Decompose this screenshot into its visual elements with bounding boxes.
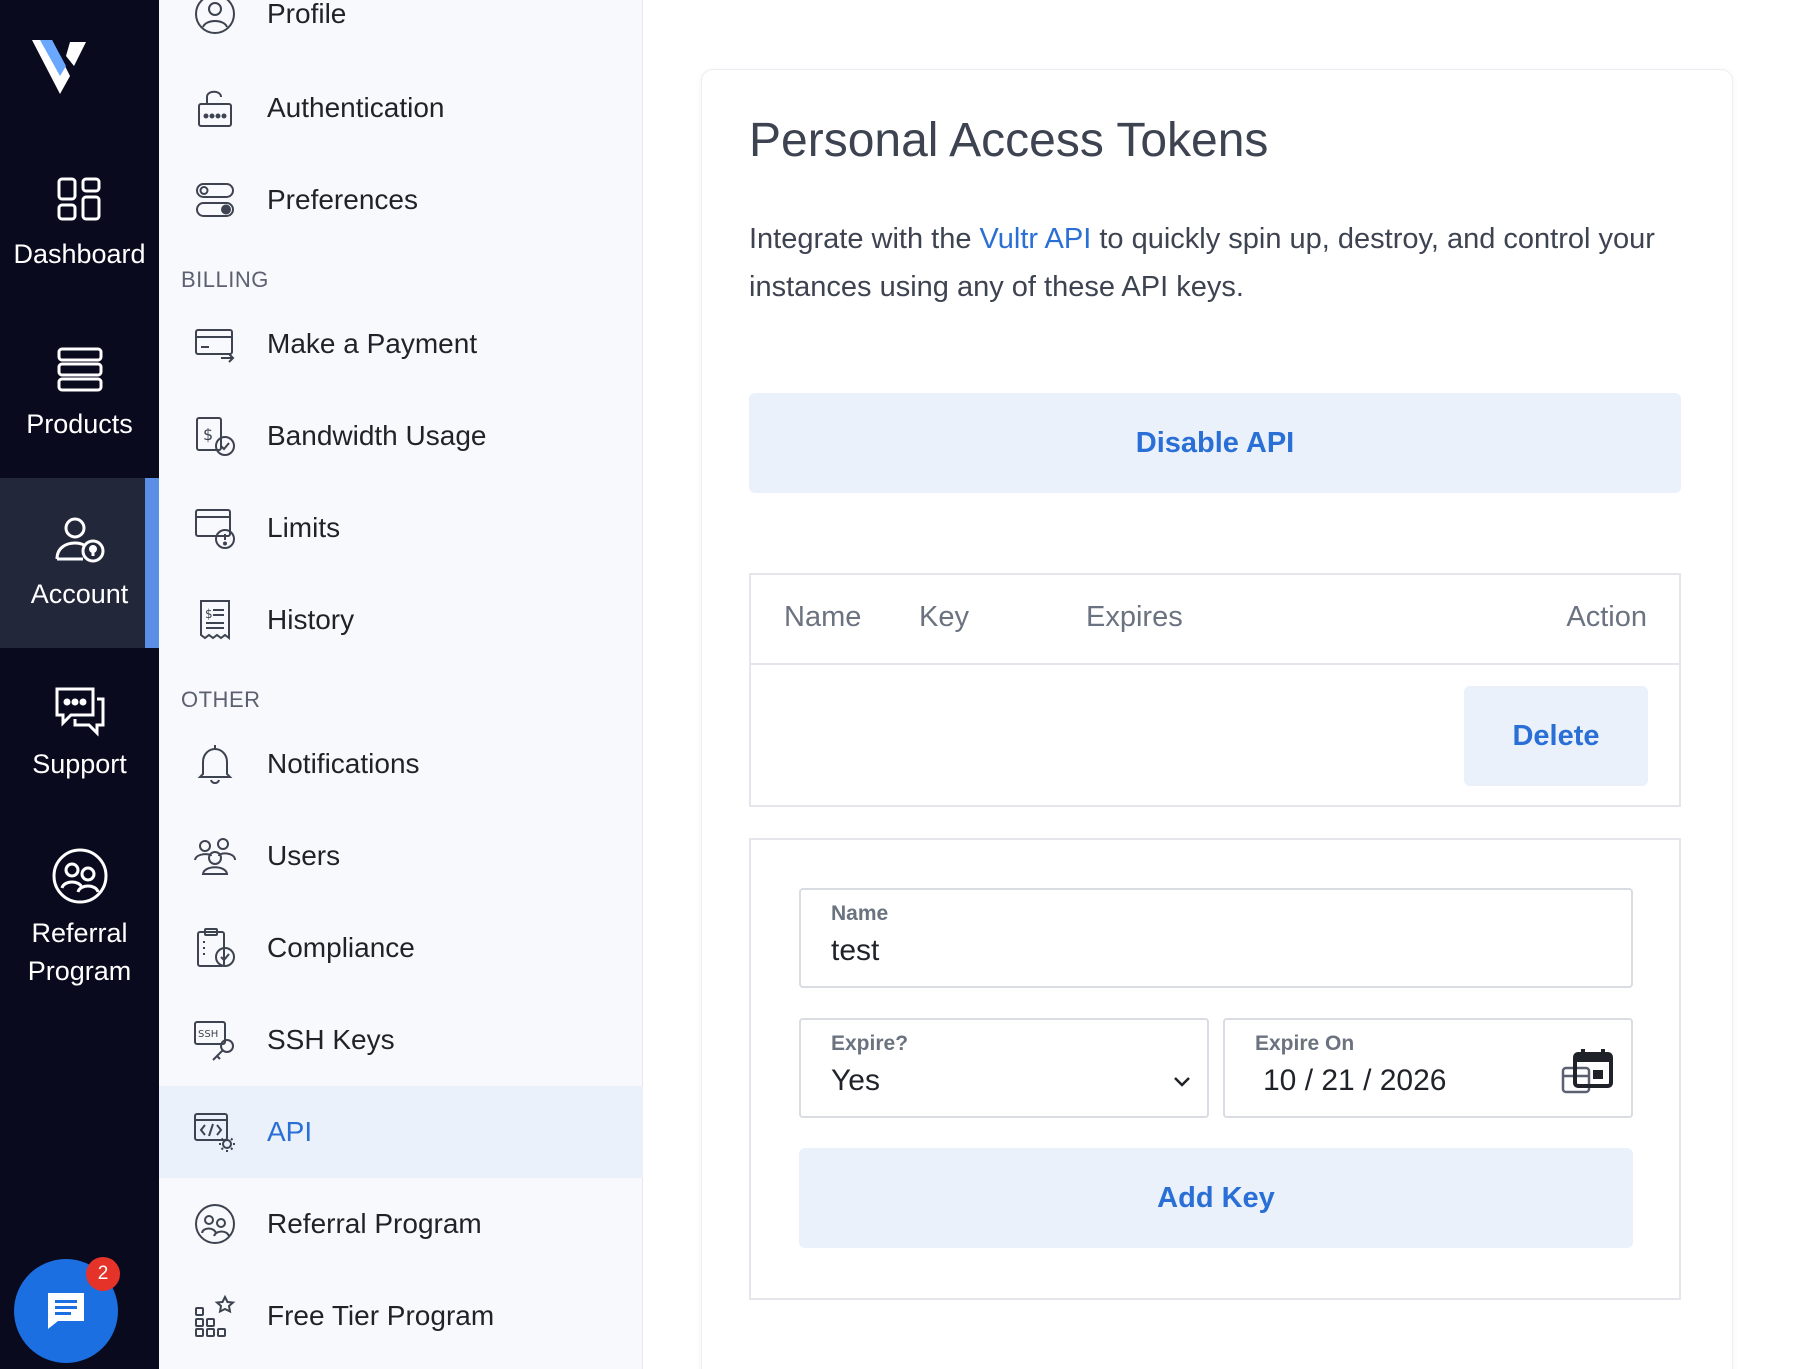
intro-text-before: Integrate with the — [749, 223, 980, 255]
rail-item-label: Referral Program — [27, 918, 132, 986]
free-tier-icon — [193, 1294, 237, 1338]
rail-item-label: Account — [30, 579, 129, 609]
subnav-item-api[interactable]: API — [159, 1086, 643, 1178]
column-header-action[interactable]: Action — [1566, 601, 1647, 634]
limits-icon — [193, 506, 237, 550]
svg-text:$: $ — [203, 425, 213, 444]
subnav-item-label: SSH Keys — [267, 1024, 395, 1055]
bandwidth-icon: $ — [193, 414, 237, 458]
intro-text: Integrate with the Vultr API to quickly … — [749, 215, 1689, 311]
rail-item-support[interactable]: Support — [0, 648, 159, 818]
subnav-item-authentication[interactable]: Authentication — [159, 62, 643, 154]
section-label-other: OTHER — [181, 687, 261, 712]
add-key-button[interactable]: Add Key — [799, 1148, 1633, 1248]
svg-text:$: $ — [205, 607, 213, 621]
subnav-item-label: Bandwidth Usage — [267, 420, 487, 451]
toggle-icon — [193, 178, 237, 222]
chat-icon — [48, 1293, 84, 1329]
users-icon — [193, 834, 237, 878]
svg-text:SSH: SSH — [198, 1029, 218, 1040]
subnav-item-preferences[interactable]: Preferences — [159, 154, 643, 246]
rail-item-dashboard[interactable]: Dashboard — [0, 138, 159, 308]
user-circle-icon — [193, 0, 237, 36]
subnav-item-profile[interactable]: Profile — [159, 0, 643, 60]
expire-on-date-field[interactable]: Expire On 10 / 21 / 2026 — [1223, 1018, 1633, 1118]
subnav-item-label: Notifications — [267, 748, 420, 779]
api-icon — [193, 1110, 237, 1154]
subnav-item-label: Free Tier Program — [267, 1300, 495, 1331]
subnav-item-limits[interactable]: Limits — [159, 482, 643, 574]
disable-api-button[interactable]: Disable API — [749, 393, 1681, 493]
app: Dashboard Products Account Support Refer… — [0, 0, 1808, 1369]
bell-icon — [193, 742, 237, 786]
notification-badge: 2 — [86, 1257, 120, 1291]
delete-key-button[interactable]: Delete — [1464, 686, 1648, 786]
add-key-form: Name test Expire? Yes Expire On 10 / 21 … — [749, 838, 1681, 1300]
page-title: Personal Access Tokens — [749, 114, 1269, 167]
subnav-item-users[interactable]: Users — [159, 810, 643, 902]
primary-rail: Dashboard Products Account Support Refer… — [0, 0, 159, 1369]
subnav-item-ssh-keys[interactable]: SSH SSH Keys — [159, 994, 643, 1086]
subnav-item-compliance[interactable]: Compliance — [159, 902, 643, 994]
subnav-item-label: Compliance — [267, 932, 415, 963]
rail-item-referral-program[interactable]: Referral Program — [0, 818, 159, 1018]
subnav-item-label: History — [267, 604, 355, 635]
expire-value: Yes — [831, 1064, 880, 1097]
rail-item-label: Products — [26, 409, 133, 439]
column-header-key[interactable]: Key — [919, 601, 969, 634]
subnav-item-label: Profile — [267, 0, 347, 29]
dashboard-icon — [57, 177, 100, 221]
key-name-value: test — [831, 934, 880, 967]
rail-item-products[interactable]: Products — [0, 308, 159, 478]
section-label-billing: BILLING — [181, 267, 269, 292]
lock-icon — [193, 86, 237, 130]
subnav-item-label: Referral Program — [267, 1208, 482, 1239]
column-header-name[interactable]: Name — [784, 601, 861, 634]
subnav-item-label: API — [267, 1116, 313, 1147]
referral-icon — [52, 848, 107, 904]
subnav-item-referral-program[interactable]: Referral Program — [159, 1178, 643, 1270]
expire-on-value: 10 / 21 / 2026 — [1263, 1064, 1447, 1097]
calendar-icon[interactable] — [1559, 1046, 1615, 1102]
referral-icon — [193, 1202, 237, 1246]
subnav-item-label: Make a Payment — [267, 328, 478, 359]
expire-on-label: Expire On — [1255, 1032, 1355, 1055]
ssh-key-icon: SSH — [193, 1018, 237, 1062]
vultr-api-link[interactable]: Vultr API — [980, 223, 1092, 255]
account-lock-icon — [55, 517, 104, 563]
rail-item-account[interactable]: Account — [0, 478, 159, 648]
rail-item-label: Support — [32, 749, 127, 779]
subnav-item-label: Authentication — [267, 92, 445, 123]
subnav-item-label: Limits — [267, 512, 341, 543]
server-stack-icon — [57, 347, 102, 392]
expire-select[interactable]: Expire? Yes — [799, 1018, 1209, 1118]
column-header-expires[interactable]: Expires — [1086, 601, 1183, 634]
subnav-item-label: Users — [267, 840, 341, 871]
api-keys-table: Name Key Expires Action Delete — [749, 573, 1681, 807]
expire-label: Expire? — [831, 1032, 909, 1055]
support-chat-icon — [55, 687, 104, 737]
subnav-item-bandwidth-usage[interactable]: $ Bandwidth Usage — [159, 390, 643, 482]
clipboard-check-icon — [193, 926, 237, 970]
subnav-item-free-tier-program[interactable]: Free Tier Program — [159, 1270, 643, 1362]
subnav-item-label: Preferences — [267, 184, 418, 215]
key-name-field[interactable]: Name test — [799, 888, 1633, 988]
key-name-label: Name — [831, 902, 889, 925]
rail-item-label: Dashboard — [13, 239, 146, 269]
credit-card-icon — [193, 322, 237, 366]
subnav-item-make-a-payment[interactable]: Make a Payment — [159, 298, 643, 390]
table-header: Name Key Expires Action — [751, 575, 1679, 665]
vultr-logo[interactable] — [30, 36, 102, 96]
receipt-icon: $ — [193, 598, 237, 642]
subnav-item-notifications[interactable]: Notifications — [159, 718, 643, 810]
subnav-item-history[interactable]: $ History — [159, 574, 643, 666]
account-subnav: Profile Authentication Preferences BILLI… — [159, 0, 643, 1369]
chevron-down-icon — [1174, 1077, 1190, 1087]
